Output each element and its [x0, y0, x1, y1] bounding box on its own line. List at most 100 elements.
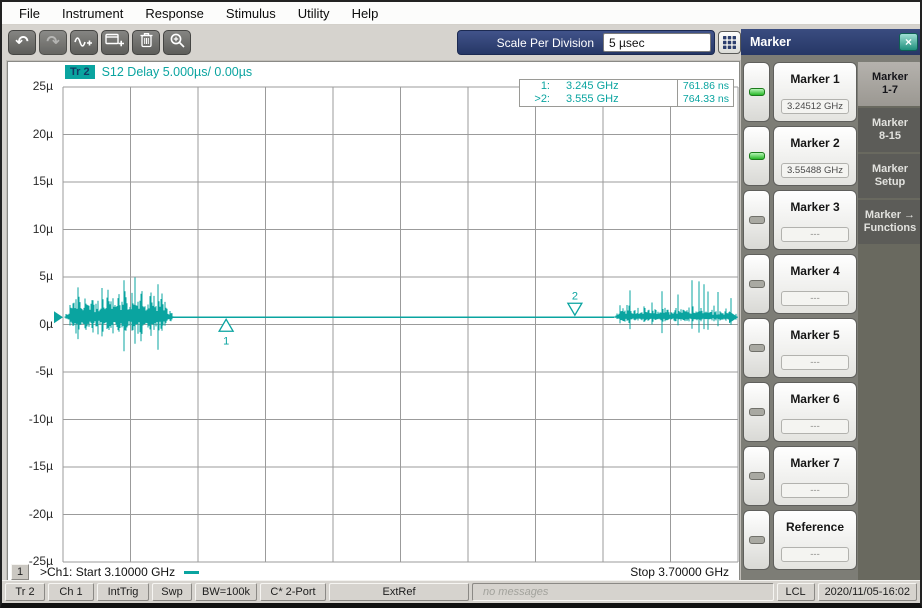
- tab-label-line2: 8-15: [879, 130, 901, 143]
- marker-row: Marker 3 ---: [743, 190, 857, 250]
- led-indicator-on: [749, 88, 765, 96]
- marker-6-button[interactable]: Marker 6 ---: [773, 382, 857, 442]
- menu-bar: FileInstrumentResponseStimulusUtilityHel…: [2, 2, 920, 25]
- marker-readout-row: 1:3.245 GHz761.86 ns: [520, 80, 733, 93]
- marker-button-value: ---: [781, 227, 849, 242]
- reference-button[interactable]: Reference---: [773, 510, 857, 570]
- marker-4-toggle-button[interactable]: [743, 254, 770, 314]
- menu-item-stimulus[interactable]: Stimulus: [215, 3, 287, 24]
- y-tick-label: 15µ: [8, 174, 53, 188]
- sweep-start-label: >Ch1: Start 3.10000 GHz: [40, 565, 199, 579]
- marker-row: Marker 5---: [743, 318, 857, 378]
- marker-button-value: ---: [781, 419, 849, 434]
- add-trace-button[interactable]: [70, 30, 98, 55]
- tab-label-line1: Marker: [872, 71, 908, 84]
- marker-readout-freq: 3.555 GHz: [550, 93, 677, 106]
- menu-item-file[interactable]: File: [8, 3, 51, 24]
- channel-badge: 1: [11, 564, 29, 580]
- tab-label-line1: Marker →: [865, 209, 915, 222]
- menu-item-response[interactable]: Response: [134, 3, 215, 24]
- scale-per-division-input[interactable]: [603, 33, 711, 52]
- trace-info-label: S12 Delay 5.000µs/ 0.00µs: [102, 65, 253, 79]
- y-tick-label: -20µ: [8, 507, 53, 521]
- marker-2-button[interactable]: Marker 23.55488 GHz: [773, 126, 857, 186]
- status-segment-tr-2[interactable]: Tr 2: [5, 583, 45, 601]
- marker-button-value: ---: [781, 547, 849, 562]
- status-segment-extref[interactable]: ExtRef: [329, 583, 469, 601]
- tab-label-line2: Setup: [875, 176, 906, 189]
- grid-lines: [63, 87, 738, 562]
- tab-marker-1-7[interactable]: Marker1-7: [858, 62, 922, 106]
- tab-label-line1: Marker: [872, 163, 908, 176]
- tab-marker-8-15[interactable]: Marker8-15: [858, 108, 922, 152]
- menu-item-instrument[interactable]: Instrument: [51, 3, 134, 24]
- marker-7-toggle-button[interactable]: [743, 446, 770, 506]
- tab-label-line2: Functions: [864, 222, 917, 235]
- sweep-stop-label: Stop 3.70000 GHz: [630, 565, 729, 579]
- marker-button-label: Marker 3: [790, 200, 839, 214]
- delete-button[interactable]: [132, 30, 160, 55]
- marker-panel-title: Marker: [750, 35, 899, 49]
- marker-row: Marker 23.55488 GHz: [743, 126, 857, 186]
- trace-start-arrow-icon: [54, 311, 63, 323]
- marker-readout-id: >2:: [520, 93, 550, 106]
- status-segment-bw-100k[interactable]: BW=100k: [195, 583, 257, 601]
- scale-per-division-label: Scale Per Division: [468, 36, 603, 50]
- marker-2-toggle-button[interactable]: [743, 126, 770, 186]
- marker-5-button[interactable]: Marker 5---: [773, 318, 857, 378]
- marker-3-button[interactable]: Marker 3 ---: [773, 190, 857, 250]
- keypad-icon: [722, 35, 737, 50]
- trace-marker-1-icon[interactable]: [219, 319, 233, 331]
- trace-plot[interactable]: 12: [63, 86, 738, 563]
- marker-1-button[interactable]: Marker 13.24512 GHz: [773, 62, 857, 122]
- marker-button-label: Marker 4: [790, 264, 839, 278]
- reference-toggle-button[interactable]: [743, 510, 770, 570]
- status-segment-inttrig[interactable]: IntTrig: [97, 583, 149, 601]
- marker-4-button[interactable]: Marker 4 ---: [773, 254, 857, 314]
- marker-readout-box: 1:3.245 GHz761.86 ns>2:3.555 GHz764.33 n…: [519, 79, 734, 107]
- redo-icon: ↷: [46, 34, 59, 52]
- add-window-icon: [105, 32, 125, 53]
- status-segment-ch-1[interactable]: Ch 1: [48, 583, 94, 601]
- undo-icon: ↶: [15, 34, 28, 52]
- tab-label-line2: 1-7: [882, 84, 898, 97]
- status-segment-swp[interactable]: Swp: [152, 583, 192, 601]
- tab-marker-setup[interactable]: MarkerSetup: [858, 154, 922, 198]
- marker-button-value: ---: [781, 291, 849, 306]
- menu-item-utility[interactable]: Utility: [287, 3, 341, 24]
- marker-tab-column: Marker1-7Marker8-15MarkerSetupMarker →Fu…: [858, 62, 922, 584]
- trace-badge[interactable]: Tr 2: [65, 65, 95, 79]
- marker-3-toggle-button[interactable]: [743, 190, 770, 250]
- marker-button-value: 3.24512 GHz: [781, 99, 849, 114]
- status-segment-c-2-port[interactable]: C* 2-Port: [260, 583, 326, 601]
- trace-marker-2-icon[interactable]: [568, 303, 582, 315]
- zoom-button[interactable]: [163, 30, 191, 55]
- y-tick-label: 20µ: [8, 127, 53, 141]
- marker-7-button[interactable]: Marker 7---: [773, 446, 857, 506]
- marker-readout-value: 761.86 ns: [677, 80, 733, 93]
- close-icon[interactable]: ×: [899, 33, 918, 51]
- y-tick-label: -5µ: [8, 364, 53, 378]
- marker-1-toggle-button[interactable]: [743, 62, 770, 122]
- lcl-indicator[interactable]: LCL: [777, 583, 815, 601]
- scale-per-division-group: Scale Per Division: [457, 30, 715, 55]
- led-indicator-off: [749, 280, 765, 288]
- led-indicator-off: [749, 536, 765, 544]
- marker-button-label: Marker 6: [790, 392, 839, 406]
- marker-button-rows: Marker 13.24512 GHzMarker 23.55488 GHzMa…: [743, 62, 857, 574]
- keypad-button[interactable]: [718, 31, 741, 54]
- y-tick-label: 0µ: [8, 317, 53, 331]
- menu-item-help[interactable]: Help: [341, 3, 390, 24]
- led-indicator-off: [749, 408, 765, 416]
- tab-marker-functions[interactable]: Marker →Functions: [858, 200, 922, 244]
- led-indicator-off: [749, 472, 765, 480]
- marker-6-toggle-button[interactable]: [743, 382, 770, 442]
- y-tick-label: -10µ: [8, 412, 53, 426]
- trace-marker-1-label: 1: [223, 335, 229, 347]
- undo-button[interactable]: ↶: [8, 30, 36, 55]
- marker-5-toggle-button[interactable]: [743, 318, 770, 378]
- status-message-field: no messages: [472, 583, 774, 601]
- led-indicator-on: [749, 152, 765, 160]
- marker-button-value: 3.55488 GHz: [781, 163, 849, 178]
- add-window-button[interactable]: [101, 30, 129, 55]
